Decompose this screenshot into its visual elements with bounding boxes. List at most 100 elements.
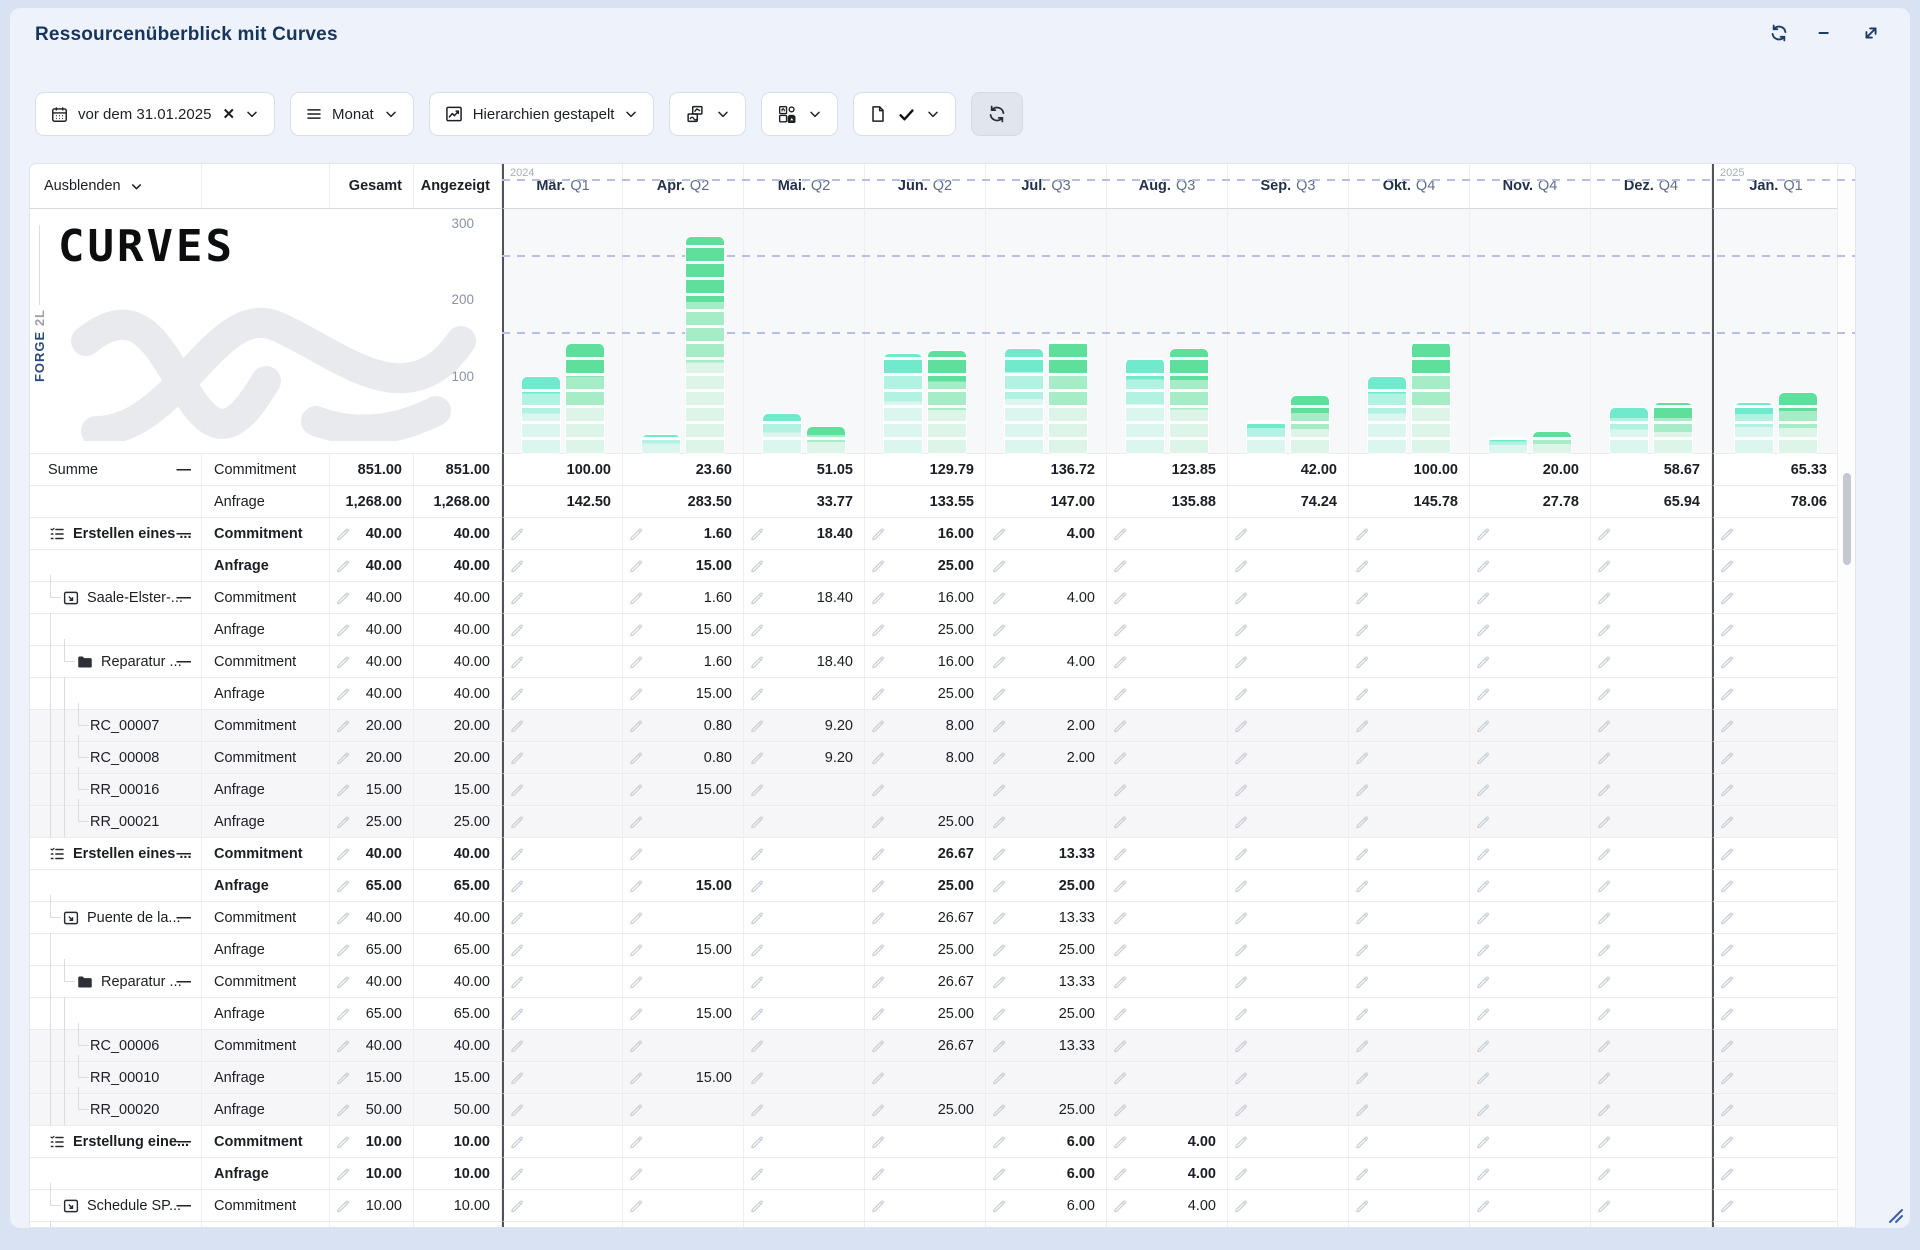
edit-pencil-icon[interactable] bbox=[335, 845, 352, 862]
grouping-button[interactable] bbox=[761, 92, 838, 136]
edit-pencil-icon[interactable] bbox=[1596, 717, 1613, 734]
value-cell[interactable] bbox=[1712, 774, 1839, 806]
value-cell[interactable] bbox=[865, 1062, 986, 1094]
edit-pencil-icon[interactable] bbox=[1354, 1133, 1371, 1150]
edit-pencil-icon[interactable] bbox=[335, 909, 352, 926]
edit-pencil-icon[interactable] bbox=[991, 653, 1008, 670]
value-cell[interactable] bbox=[1107, 1094, 1228, 1126]
value-cell[interactable] bbox=[1712, 1190, 1839, 1222]
gesamt-cell[interactable]: 15.00 bbox=[330, 774, 414, 806]
edit-pencil-icon[interactable] bbox=[1233, 557, 1250, 574]
edit-pencil-icon[interactable] bbox=[628, 525, 645, 542]
value-cell[interactable]: 9.20 bbox=[744, 742, 865, 774]
value-cell[interactable] bbox=[1349, 550, 1470, 582]
value-cell[interactable] bbox=[1591, 1158, 1712, 1190]
edit-pencil-icon[interactable] bbox=[509, 525, 526, 542]
edit-pencil-icon[interactable] bbox=[1112, 589, 1129, 606]
edit-pencil-icon[interactable] bbox=[335, 717, 352, 734]
value-cell[interactable] bbox=[1107, 614, 1228, 646]
value-cell[interactable] bbox=[744, 870, 865, 902]
row-label[interactable]: Puente de la... bbox=[87, 910, 181, 926]
value-cell[interactable]: 15.00 bbox=[623, 870, 744, 902]
value-cell[interactable] bbox=[1349, 1126, 1470, 1158]
edit-pencil-icon[interactable] bbox=[749, 1069, 766, 1086]
value-cell[interactable] bbox=[1228, 1126, 1349, 1158]
edit-pencil-icon[interactable] bbox=[870, 1005, 887, 1022]
edit-pencil-icon[interactable] bbox=[749, 877, 766, 894]
edit-pencil-icon[interactable] bbox=[991, 525, 1008, 542]
edit-pencil-icon[interactable] bbox=[509, 973, 526, 990]
value-cell[interactable]: 15.00 bbox=[623, 774, 744, 806]
value-cell[interactable] bbox=[1470, 966, 1591, 998]
value-cell[interactable] bbox=[1107, 582, 1228, 614]
edit-pencil-icon[interactable] bbox=[1596, 1165, 1613, 1182]
edit-pencil-icon[interactable] bbox=[749, 941, 766, 958]
edit-pencil-icon[interactable] bbox=[749, 973, 766, 990]
value-cell[interactable] bbox=[1107, 646, 1228, 678]
value-cell[interactable] bbox=[986, 774, 1107, 806]
value-cell[interactable] bbox=[502, 646, 623, 678]
value-cell[interactable] bbox=[1712, 614, 1839, 646]
edit-pencil-icon[interactable] bbox=[1354, 1197, 1371, 1214]
value-cell[interactable] bbox=[1470, 1126, 1591, 1158]
value-cell[interactable]: 8.00 bbox=[865, 742, 986, 774]
value-cell[interactable]: 25.00 bbox=[865, 998, 986, 1030]
edit-pencil-icon[interactable] bbox=[509, 1165, 526, 1182]
value-cell[interactable] bbox=[502, 1190, 623, 1222]
edit-pencil-icon[interactable] bbox=[335, 557, 352, 574]
edit-pencil-icon[interactable] bbox=[1354, 589, 1371, 606]
value-cell[interactable] bbox=[1107, 1062, 1228, 1094]
value-cell[interactable]: 25.00 bbox=[986, 998, 1107, 1030]
value-cell[interactable] bbox=[502, 838, 623, 870]
value-cell[interactable] bbox=[1107, 550, 1228, 582]
row-label[interactable]: Saale-Elster-... bbox=[87, 590, 183, 606]
edit-pencil-icon[interactable] bbox=[1354, 781, 1371, 798]
edit-pencil-icon[interactable] bbox=[509, 813, 526, 830]
gesamt-cell[interactable]: 40.00 bbox=[330, 1030, 414, 1062]
anfrage-bar[interactable] bbox=[566, 344, 604, 453]
edit-pencil-icon[interactable] bbox=[509, 749, 526, 766]
commitment-bar[interactable] bbox=[642, 435, 680, 453]
value-cell[interactable] bbox=[1712, 550, 1839, 582]
value-cell[interactable] bbox=[1228, 902, 1349, 934]
value-cell[interactable] bbox=[1712, 806, 1839, 838]
value-cell[interactable]: 18.40 bbox=[744, 518, 865, 550]
edit-pencil-icon[interactable] bbox=[509, 621, 526, 638]
hide-column-toggle[interactable]: Ausblenden bbox=[30, 164, 202, 209]
edit-pencil-icon[interactable] bbox=[1596, 557, 1613, 574]
edit-pencil-icon[interactable] bbox=[628, 941, 645, 958]
value-cell[interactable] bbox=[502, 614, 623, 646]
edit-pencil-icon[interactable] bbox=[1354, 909, 1371, 926]
edit-pencil-icon[interactable] bbox=[335, 589, 352, 606]
value-cell[interactable]: 25.00 bbox=[865, 806, 986, 838]
edit-pencil-icon[interactable] bbox=[1233, 1037, 1250, 1054]
row-label[interactable]: RR_00010 bbox=[90, 1070, 159, 1086]
edit-pencil-icon[interactable] bbox=[1112, 813, 1129, 830]
edit-pencil-icon[interactable] bbox=[1475, 717, 1492, 734]
value-cell[interactable] bbox=[1349, 646, 1470, 678]
edit-pencil-icon[interactable] bbox=[991, 1069, 1008, 1086]
value-cell[interactable] bbox=[1591, 998, 1712, 1030]
edit-pencil-icon[interactable] bbox=[1719, 845, 1736, 862]
edit-pencil-icon[interactable] bbox=[749, 781, 766, 798]
value-cell[interactable] bbox=[1470, 1062, 1591, 1094]
gesamt-cell[interactable]: 65.00 bbox=[330, 934, 414, 966]
collapse-toggle[interactable]: — bbox=[177, 526, 192, 542]
minimize-icon[interactable] bbox=[1814, 22, 1836, 44]
edit-pencil-icon[interactable] bbox=[1475, 1005, 1492, 1022]
value-cell[interactable] bbox=[1349, 710, 1470, 742]
edit-pencil-icon[interactable] bbox=[1233, 685, 1250, 702]
edit-pencil-icon[interactable] bbox=[335, 525, 352, 542]
value-cell[interactable] bbox=[744, 998, 865, 1030]
value-cell[interactable]: 15.00 bbox=[623, 614, 744, 646]
edit-pencil-icon[interactable] bbox=[335, 653, 352, 670]
edit-pencil-icon[interactable] bbox=[1596, 909, 1613, 926]
edit-pencil-icon[interactable] bbox=[1112, 717, 1129, 734]
value-cell[interactable] bbox=[865, 1190, 986, 1222]
commitment-bar[interactable] bbox=[763, 414, 801, 453]
edit-pencil-icon[interactable] bbox=[1233, 589, 1250, 606]
value-cell[interactable] bbox=[1349, 582, 1470, 614]
edit-pencil-icon[interactable] bbox=[1233, 749, 1250, 766]
value-cell[interactable] bbox=[1349, 678, 1470, 710]
value-cell[interactable] bbox=[1228, 838, 1349, 870]
